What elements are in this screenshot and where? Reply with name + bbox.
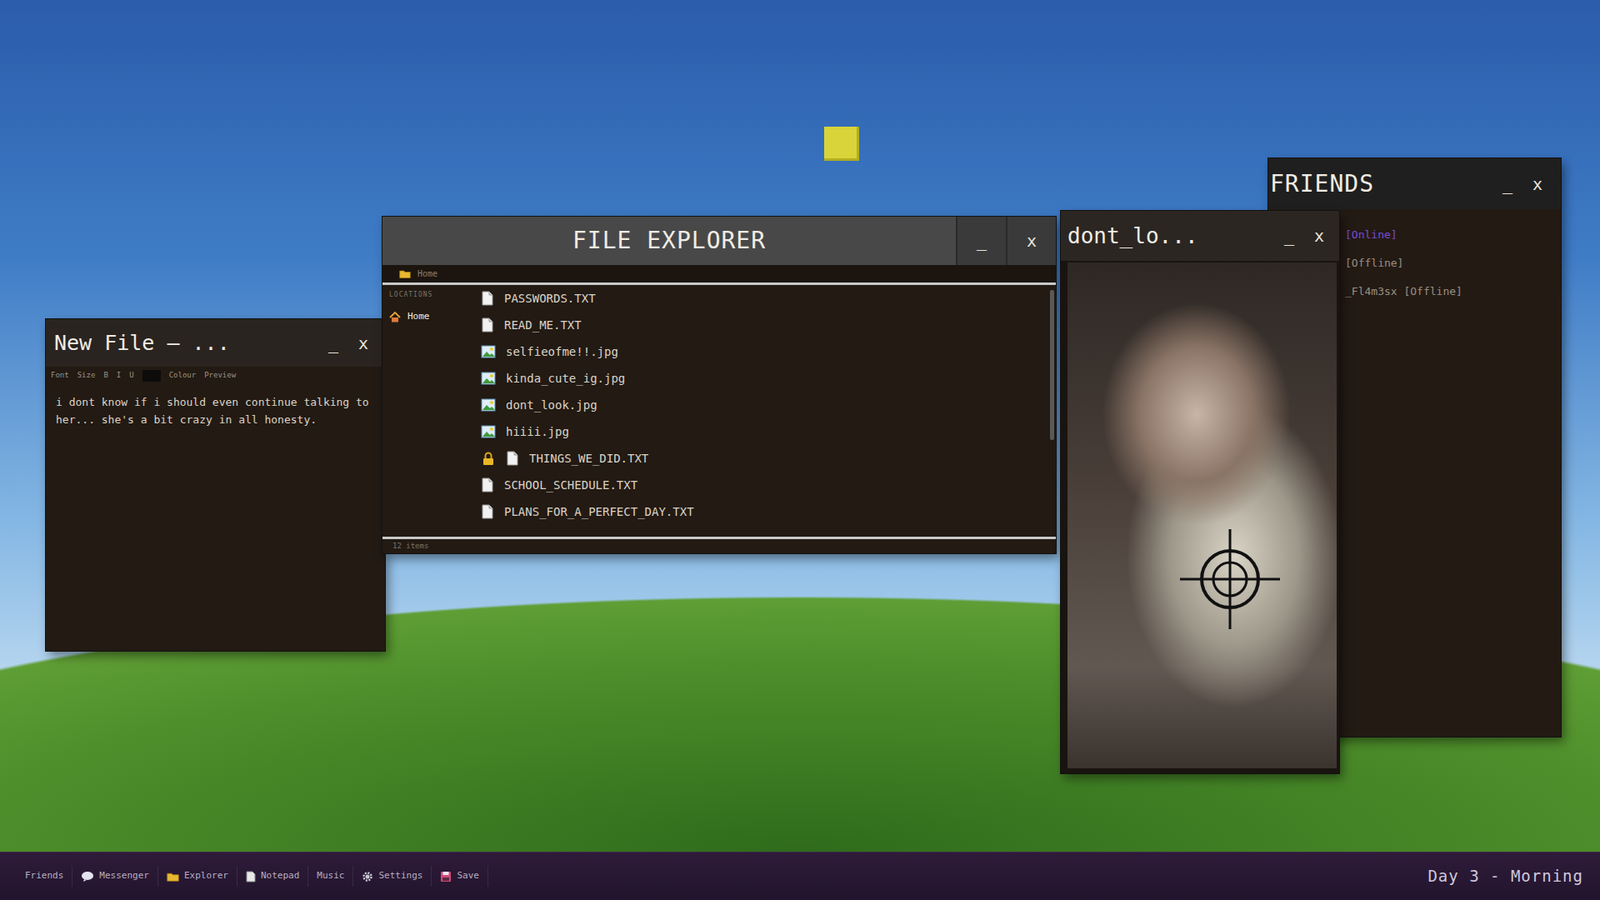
file-list: PASSWORDS.TXT READ_ME.TXT selfieofme!!.jpg…	[474, 285, 1056, 537]
file-row[interactable]: PASSWORDS.TXT	[474, 285, 1048, 312]
explorer-body: LOCATIONS Home PASSWORDS.TXT READ_ME.TXTsel…	[382, 285, 1056, 537]
close-button[interactable]: x	[1522, 175, 1553, 193]
friend-item[interactable]: _Fl4m3sx [Offline]	[1345, 277, 1555, 306]
image-icon	[480, 425, 496, 439]
notepad-toolbar: Font Size BIU Colour Preview	[45, 366, 385, 385]
taskbar-button[interactable]: Messenger	[72, 865, 159, 887]
sidebar: LOCATIONS Home	[382, 285, 475, 537]
notepad-icon	[245, 870, 256, 883]
path-text: Home	[417, 267, 438, 280]
file-name: PLANS_FOR_A_PERFECT_DAY.TXT	[504, 503, 695, 521]
friend-item[interactable]: [Online]	[1345, 220, 1555, 250]
file-row[interactable]: selfieofme!!.jpg	[474, 338, 1048, 365]
sticky-note-icon[interactable]	[824, 126, 860, 161]
image-viewer-window: dont_lo..._x	[1060, 210, 1340, 774]
folder-icon	[399, 269, 411, 279]
window-title: dont_lo...	[1067, 220, 1275, 253]
taskbar-button[interactable]: Notepad	[237, 865, 309, 887]
save-icon	[440, 870, 452, 883]
file-row[interactable]: SCHOOL_SCHEDULE.TXT	[474, 471, 1048, 499]
title-bar[interactable]: dont_lo..._x	[1060, 210, 1340, 261]
file-name: dont_look.jpg	[505, 396, 598, 415]
document-icon	[480, 504, 495, 520]
taskbar-button[interactable]: Explorer	[158, 865, 238, 887]
notepad-text[interactable]: i dont know if i should even continue ta…	[45, 385, 385, 438]
game-screen: New File — ..._xFontSizeBIUColourPreview…	[0, 0, 1600, 900]
document-icon	[480, 290, 495, 306]
file-row[interactable]: READ_ME.TXT	[474, 311, 1048, 339]
toolbar-button[interactable]: B	[103, 370, 108, 382]
taskbar-label: Music	[316, 869, 345, 884]
title-bar[interactable]: FILE EXPLORER_x	[382, 216, 1056, 265]
file-name: READ_ME.TXT	[504, 316, 582, 335]
notepad-window: New File — ..._x Font Size BIU Colour Preview…	[45, 319, 385, 651]
lock-icon	[482, 451, 495, 466]
sidebar-label: Home	[407, 310, 430, 325]
toolbar-button[interactable]: Colour	[169, 370, 197, 382]
sidebar-item[interactable]: Home	[389, 310, 468, 325]
day-clock: Day 3 - Morning	[1427, 864, 1584, 889]
minimize-button[interactable]: _	[318, 335, 349, 352]
toolbar-button[interactable]: Preview	[204, 370, 236, 382]
document-icon	[505, 450, 520, 466]
folder-icon	[166, 871, 180, 882]
file-name: kinda_cute_ig.jpg	[505, 370, 625, 388]
lock-slot	[480, 451, 496, 466]
colour-swatch[interactable]	[142, 370, 161, 382]
window-title: FILE EXPLORER	[382, 223, 956, 259]
file-row[interactable]: kinda_cute_ig.jpg	[474, 365, 1048, 392]
taskbar-button[interactable]: Music	[308, 865, 354, 887]
document-icon	[480, 477, 495, 493]
toolbar-button[interactable]: I	[116, 370, 121, 382]
taskbar-label: Notepad	[260, 869, 300, 884]
taskbar: Friends Messenger Explorer Notepad Music Sett…	[0, 851, 1600, 900]
taskbar-button[interactable]: Settings	[353, 865, 432, 887]
title-bar[interactable]: FRIENDS_x	[1268, 158, 1561, 210]
taskbar-label: Save	[456, 869, 480, 884]
file-name: PASSWORDS.TXT	[504, 290, 596, 308]
file-row[interactable]: dont_look.jpg	[474, 391, 1048, 419]
toolbar-button[interactable]: Font	[50, 370, 70, 382]
toolbar-button[interactable]: U	[129, 370, 134, 382]
file-row[interactable]: PLANS_FOR_A_PERFECT_DAY.TXT	[474, 498, 1048, 525]
photo	[1067, 262, 1337, 769]
minimize-button[interactable]: _	[1492, 175, 1523, 193]
file-name: selfieofme!!.jpg	[505, 343, 619, 361]
messenger-icon	[80, 870, 95, 882]
home-icon	[389, 311, 401, 323]
window-title: New File — ...	[54, 327, 319, 360]
minimize-button[interactable]: _	[955, 216, 1006, 265]
item-count: 12 items	[382, 536, 1056, 555]
close-button[interactable]: x	[1304, 227, 1335, 245]
path-bar[interactable]: Home	[382, 265, 1056, 285]
taskbar-label: Friends	[25, 869, 64, 884]
title-bar[interactable]: New File — ..._x	[45, 319, 385, 367]
close-button[interactable]: x	[1005, 216, 1056, 265]
taskbar-label: Messenger	[99, 869, 150, 884]
image-icon	[480, 345, 496, 359]
file-name: THINGS_WE_DID.TXT	[529, 450, 649, 468]
file-name: hiiii.jpg	[505, 423, 570, 441]
window-title: FRIENDS	[1270, 166, 1493, 202]
taskbar-button[interactable]: Friends	[16, 865, 73, 887]
file-row[interactable]: THINGS_WE_DID.TXT	[474, 445, 1048, 472]
friend-item[interactable]: [Offline]	[1345, 249, 1555, 278]
sidebar-heading: LOCATIONS	[389, 290, 468, 300]
scrollbar[interactable]	[1050, 290, 1055, 440]
file-name: SCHOOL_SCHEDULE.TXT	[504, 476, 638, 495]
document-icon	[480, 317, 495, 333]
image-icon	[480, 398, 496, 412]
toolbar-button[interactable]: Size	[77, 370, 96, 382]
image-icon	[480, 371, 496, 385]
gear-icon	[361, 870, 374, 883]
close-button[interactable]: x	[348, 335, 379, 352]
file-explorer-window: FILE EXPLORER_x Home LOCATIONS Home PASSWORD…	[382, 216, 1056, 554]
crosshair-icon	[1175, 525, 1285, 634]
taskbar-button[interactable]: Save	[431, 865, 489, 887]
taskbar-label: Settings	[378, 869, 423, 884]
desktop: New File — ..._xFontSizeBIUColourPreview…	[0, 0, 1600, 852]
taskbar-label: Explorer	[184, 869, 229, 884]
file-row[interactable]: hiiii.jpg	[474, 418, 1048, 445]
minimize-button[interactable]: _	[1274, 227, 1305, 245]
